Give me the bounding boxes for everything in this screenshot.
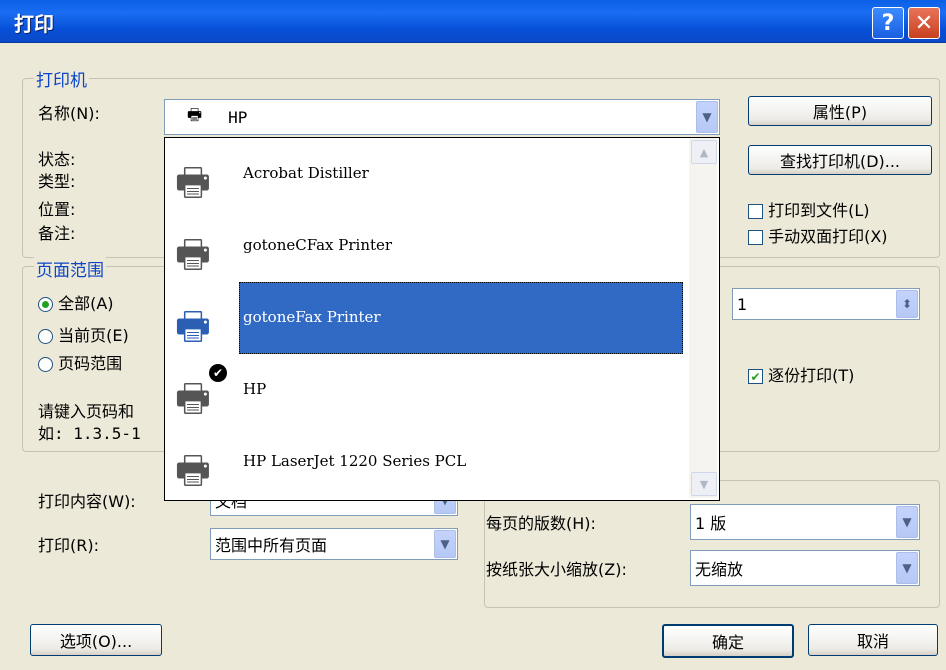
pages-per-sheet-value: 1 版: [695, 514, 727, 533]
help-icon: ?: [881, 10, 895, 36]
scale-value: 无缩放: [695, 560, 744, 579]
pages-per-sheet-label: 每页的版数(H):: [486, 514, 596, 533]
dropdown-item-label: gotoneFax Printer: [243, 308, 381, 326]
dropdown-item-hp[interactable]: 🖶 ✔ HP: [165, 354, 685, 426]
radio-icon: [38, 329, 53, 344]
properties-button[interactable]: 属性(P): [748, 96, 932, 126]
range-current-radio[interactable]: 当前页(E): [38, 322, 129, 346]
chevron-down-icon[interactable]: ▼: [696, 101, 718, 133]
cancel-button[interactable]: 取消: [808, 624, 938, 656]
scale-label: 按纸张大小缩放(Z):: [486, 560, 627, 579]
checkbox-icon: [748, 230, 763, 245]
scale-combo[interactable]: 无缩放 ▼: [690, 550, 920, 586]
printer-name-combo[interactable]: 🖶 HP ▼: [164, 99, 720, 135]
printer-name-label: 名称(N):: [38, 104, 100, 123]
help-button[interactable]: ?: [872, 7, 904, 39]
printer-group-title: 打印机: [34, 66, 89, 91]
range-current-label: 当前页(E): [58, 326, 129, 345]
manual-duplex-checkbox[interactable]: 手动双面打印(X): [748, 223, 888, 247]
print-range-combo[interactable]: 范围中所有页面 ▼: [210, 528, 458, 560]
chevron-down-icon[interactable]: ▼: [896, 552, 918, 584]
dropdown-item-gotonefax[interactable]: 🖶 gotoneFax Printer: [165, 282, 685, 354]
options-button[interactable]: 选项(O)...: [30, 624, 162, 656]
dropdown-item-label: gotoneCFax Printer: [243, 236, 393, 254]
radio-icon: [38, 357, 53, 372]
print-what-label: 打印内容(W):: [38, 492, 136, 511]
radio-icon: [38, 297, 53, 312]
print-to-file-label: 打印到文件(L): [768, 201, 870, 220]
scroll-down-icon[interactable]: ▼: [691, 472, 717, 496]
pages-per-sheet-combo[interactable]: 1 版 ▼: [690, 504, 920, 540]
printer-type-label: 类型:: [38, 172, 76, 191]
dropdown-item-acrobat[interactable]: 🖶 Acrobat Distiller: [165, 138, 685, 210]
dropdown-item-label: HP: [243, 380, 267, 398]
chevron-down-icon[interactable]: ▼: [434, 530, 456, 558]
ok-button[interactable]: 确定: [662, 624, 794, 658]
range-hint-1: 请键入页码和: [38, 402, 135, 421]
print-range-label: 打印(R):: [38, 536, 99, 555]
manual-duplex-label: 手动双面打印(X): [768, 227, 888, 246]
dropdown-item-hp-laserjet[interactable]: 🖶 HP LaserJet 1220 Series PCL: [165, 426, 685, 498]
checkmark-icon: ✔: [748, 369, 763, 384]
dropdown-item-label: HP LaserJet 1220 Series PCL: [243, 452, 467, 470]
printer-name-value: HP: [228, 107, 248, 127]
printer-icon: 🖶: [175, 448, 211, 492]
copies-value: 1: [737, 294, 748, 314]
range-hint-2: 如: 1.3.5-1: [38, 424, 141, 443]
find-printer-button[interactable]: 查找打印机(D)...: [748, 145, 932, 175]
dropdown-scrollbar[interactable]: ▲ ▼: [689, 138, 717, 498]
close-icon: ✕: [914, 10, 934, 36]
range-all-radio[interactable]: 全部(A): [38, 290, 114, 314]
page-range-title: 页面范围: [34, 256, 106, 281]
range-pages-label: 页码范围: [58, 354, 123, 373]
collate-checkbox[interactable]: ✔ 逐份打印(T): [748, 362, 854, 386]
range-all-label: 全部(A): [58, 294, 114, 313]
dropdown-item-label: Acrobat Distiller: [243, 164, 369, 182]
printer-comment-label: 备注:: [38, 224, 76, 243]
checkbox-icon: [748, 204, 763, 219]
spinner-icon[interactable]: ⬍: [896, 290, 918, 318]
printer-icon: 🖶: [187, 104, 203, 124]
print-to-file-checkbox[interactable]: 打印到文件(L): [748, 197, 870, 221]
dropdown-item-gotonecfax[interactable]: 🖶 gotoneCFax Printer: [165, 210, 685, 282]
chevron-down-icon[interactable]: ▼: [896, 506, 918, 538]
scroll-up-icon[interactable]: ▲: [691, 140, 717, 164]
printer-location-label: 位置:: [38, 200, 76, 219]
range-pages-radio[interactable]: 页码范围: [38, 350, 122, 374]
close-button[interactable]: ✕: [908, 7, 940, 39]
print-range-value: 范围中所有页面: [215, 536, 328, 555]
window-title: 打印: [14, 12, 54, 36]
title-bar: 打印 ? ✕: [0, 0, 946, 43]
default-check-icon: ✔: [209, 364, 227, 382]
printer-status-label: 状态:: [38, 150, 76, 169]
copies-spinner[interactable]: 1 ⬍: [732, 288, 920, 320]
printer-dropdown-list: 🖶 Acrobat Distiller 🖶 gotoneCFax Printer…: [164, 137, 720, 501]
collate-label: 逐份打印(T): [768, 366, 855, 385]
